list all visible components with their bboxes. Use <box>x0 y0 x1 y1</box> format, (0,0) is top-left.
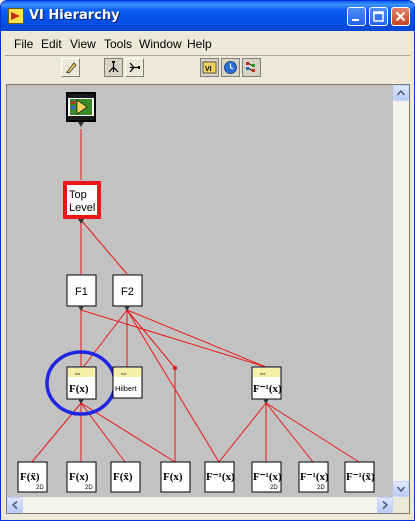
menu-tools[interactable]: Tools <box>104 37 132 51</box>
fft-text: F(x) <box>69 383 89 395</box>
node-leaf2[interactable]: F(x) 2D <box>66 461 97 493</box>
hilbert-text: Hilbert <box>115 384 138 393</box>
ifft-badge: ⇔ <box>258 368 267 378</box>
minimize-icon <box>352 19 359 21</box>
include-globals-icon <box>224 61 237 74</box>
vertical-layout-button[interactable] <box>125 58 144 77</box>
f1-label: F1 <box>75 286 88 298</box>
node-leaf1[interactable]: F(x̃) 2D <box>17 461 48 493</box>
include-typedefs-icon <box>246 62 255 72</box>
close-button[interactable] <box>391 7 410 26</box>
include-globals-button[interactable] <box>221 58 240 77</box>
node-leaf5[interactable]: F⁻¹(x) <box>204 461 235 493</box>
edge-ifft-leaf7 <box>265 402 314 463</box>
vertical-scrollbar[interactable] <box>393 85 409 497</box>
leaf6-text: F⁻¹(x) <box>253 471 282 483</box>
node-fft[interactable]: ⇔ F(x) <box>66 366 97 404</box>
toolbar: VI <box>5 57 410 81</box>
fft-badge: ⇔ <box>73 368 82 378</box>
node-top-level[interactable]: Top Level <box>63 181 101 224</box>
window-title: VI Hierarchy <box>29 8 120 23</box>
include-vi-lib-button[interactable]: VI <box>200 58 219 77</box>
node-f2[interactable]: F2 <box>112 274 143 311</box>
scroll-right-button[interactable] <box>377 497 393 513</box>
arrow-left-icon <box>11 500 18 510</box>
include-vi-lib-icon: VI <box>202 61 217 74</box>
hierarchy-graph: Top Level F1 F2 ⇔ F(x) ⇔ Hilbert ⇔ F⁻¹(x… <box>17 92 375 493</box>
node-leaf6[interactable]: F⁻¹(x) 2D <box>251 461 282 493</box>
arrow-up-icon <box>396 89 406 96</box>
arrow-down-icon <box>396 486 406 493</box>
horizontal-layout-button[interactable] <box>104 58 123 77</box>
leaf7-sub: 2D <box>317 485 325 491</box>
horizontal-layout-icon <box>108 61 119 73</box>
hierarchy-canvas-frame: Top Level F1 F2 ⇔ F(x) ⇔ Hilbert ⇔ F⁻¹(x… <box>6 84 410 514</box>
labview-app-icon <box>8 8 24 24</box>
maximize-icon <box>373 11 384 22</box>
f2-label: F2 <box>121 286 134 298</box>
redraw-button[interactable] <box>61 58 80 77</box>
hierarchy-canvas[interactable]: Top Level F1 F2 ⇔ F(x) ⇔ Hilbert ⇔ F⁻¹(x… <box>7 85 393 497</box>
minimize-button[interactable] <box>347 7 366 26</box>
edge-f2-ifft <box>126 309 267 368</box>
node-ifft[interactable]: ⇔ F⁻¹(x) <box>251 366 282 404</box>
leaf2-text: F(x) <box>69 471 89 483</box>
node-leaf8[interactable]: F⁻¹(x̃) <box>344 461 375 493</box>
edge-junction-dot <box>172 365 178 371</box>
scroll-up-button[interactable] <box>393 85 409 101</box>
edge-f1-ifft <box>80 309 267 368</box>
leaf4-text: F(x) <box>163 471 183 483</box>
menu-file[interactable]: File <box>14 37 33 51</box>
toolbar-divider <box>5 55 410 56</box>
vi-hierarchy-window: VI Hierarchy File Edit View Tools Window… <box>0 0 415 521</box>
leaf2-sub: 2D <box>85 485 93 491</box>
menu-window[interactable]: Window <box>139 37 182 51</box>
horizontal-scrollbar[interactable] <box>7 497 393 513</box>
scrollbar-corner <box>393 497 409 513</box>
node-leaf4[interactable]: F(x) <box>160 461 191 493</box>
scroll-down-button[interactable] <box>393 481 409 497</box>
node-hilbert[interactable]: ⇔ Hilbert <box>112 366 143 399</box>
leaf1-sub: 2D <box>36 485 44 491</box>
ifft-text: F⁻¹(x) <box>253 383 282 395</box>
leaf1-text: F(x̃) <box>20 471 40 483</box>
top-level-line1: Top <box>69 189 87 201</box>
svg-text:VI: VI <box>205 66 212 73</box>
vertical-layout-icon <box>129 62 140 73</box>
arrow-right-icon <box>382 500 389 510</box>
include-typedefs-button[interactable] <box>242 58 261 77</box>
maximize-button[interactable] <box>369 7 388 26</box>
menu-view[interactable]: View <box>70 37 96 51</box>
redraw-icon <box>66 62 77 74</box>
edge-ifft-leaf5 <box>218 402 267 463</box>
leaf7-text: F⁻¹(x) <box>300 471 329 483</box>
leaf3-text: F(x̃) <box>113 471 133 483</box>
hilbert-badge: ⇔ <box>119 368 128 378</box>
leaf6-sub: 2D <box>270 485 278 491</box>
title-bar[interactable]: VI Hierarchy <box>1 1 414 31</box>
edge-ifft-leaf8 <box>265 402 360 463</box>
edge-top-level-f2 <box>80 219 128 275</box>
top-level-line2: Level <box>69 202 95 214</box>
node-leaf3[interactable]: F(x̃) <box>110 461 141 493</box>
menu-edit[interactable]: Edit <box>41 37 62 51</box>
leaf8-text: F⁻¹(x̃) <box>346 471 375 483</box>
node-f1[interactable]: F1 <box>66 274 97 311</box>
close-icon <box>395 11 406 22</box>
menu-help[interactable]: Help <box>187 37 212 51</box>
top-vi-icon-node[interactable] <box>66 92 96 127</box>
leaf5-text: F⁻¹(x) <box>206 471 235 483</box>
edge-f2-junction <box>126 309 176 369</box>
scroll-left-button[interactable] <box>7 497 23 513</box>
node-leaf7[interactable]: F⁻¹(x) 2D <box>298 461 329 493</box>
